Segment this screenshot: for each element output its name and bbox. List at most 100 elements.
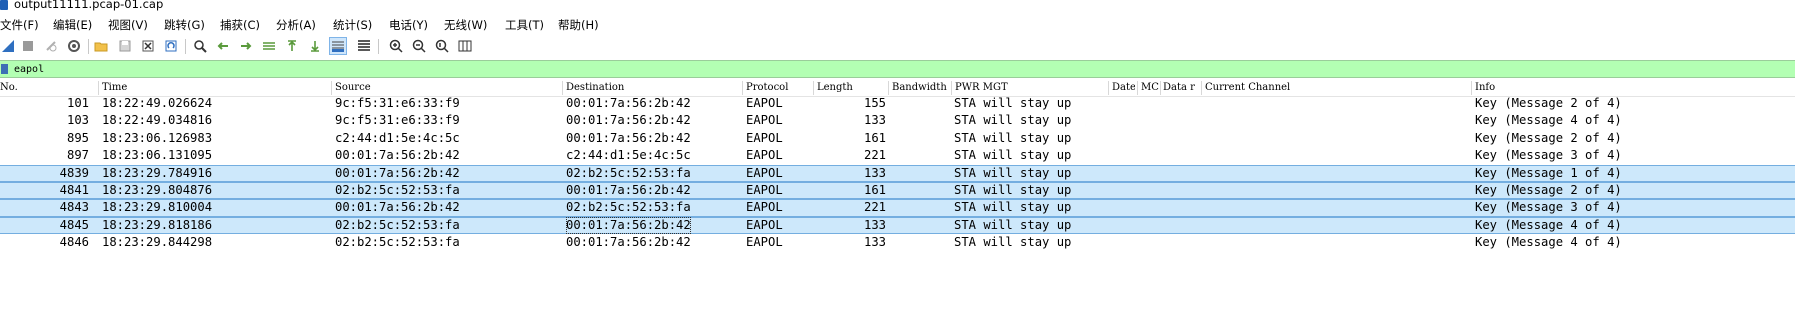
column-divider[interactable] bbox=[1160, 81, 1161, 95]
packet-protocol: EAPOL bbox=[746, 148, 783, 163]
column-header-data-rate[interactable]: Data r bbox=[1163, 82, 1199, 94]
save-file-icon[interactable] bbox=[117, 38, 133, 54]
column-header-bandwidth[interactable]: Bandwidth bbox=[892, 82, 950, 94]
packet-time: 18:23:06.131095 bbox=[102, 148, 213, 163]
menu-tools[interactable]: 工具(T) bbox=[505, 17, 544, 33]
packet-number: 4839 bbox=[59, 165, 89, 180]
column-divider[interactable] bbox=[1201, 81, 1202, 95]
packet-length: 221 bbox=[863, 148, 886, 163]
packet-protocol: EAPOL bbox=[746, 200, 783, 215]
column-header-pwr-mgt[interactable]: PWR MGT bbox=[955, 82, 1105, 94]
packet-length: 155 bbox=[863, 96, 886, 110]
packet-number: 4841 bbox=[59, 182, 89, 197]
packet-protocol: EAPOL bbox=[746, 217, 783, 232]
resize-columns-icon[interactable] bbox=[457, 38, 473, 54]
packet-row[interactable]: 4841 18:23:29.804876 02:b2:5c:52:53:fa 0… bbox=[0, 181, 1795, 200]
column-divider[interactable] bbox=[562, 81, 563, 95]
column-header-protocol[interactable]: Protocol bbox=[746, 82, 812, 94]
menu-go[interactable]: 跳转(G) bbox=[164, 17, 205, 33]
column-header-current-channel[interactable]: Current Channel bbox=[1205, 82, 1465, 94]
column-divider[interactable] bbox=[951, 81, 952, 95]
packet-info: Key (Message 2 of 4) bbox=[1475, 182, 1622, 197]
packet-time: 18:23:29.818186 bbox=[102, 217, 213, 232]
packet-source: 02:b2:5c:52:53:fa bbox=[335, 217, 460, 232]
menu-statistics[interactable]: 统计(S) bbox=[333, 17, 372, 33]
packet-protocol: EAPOL bbox=[746, 235, 783, 250]
packet-length: 161 bbox=[863, 130, 886, 145]
packet-number: 4843 bbox=[59, 200, 89, 215]
packet-protocol: EAPOL bbox=[746, 113, 783, 128]
menu-view[interactable]: 视图(V) bbox=[108, 17, 148, 33]
column-divider[interactable] bbox=[1108, 81, 1109, 95]
packet-info: Key (Message 3 of 4) bbox=[1475, 148, 1622, 163]
packet-row[interactable]: 4846 18:23:29.844298 02:b2:5c:52:53:fa 0… bbox=[0, 234, 1795, 251]
close-file-icon[interactable] bbox=[140, 38, 156, 54]
column-header-date[interactable]: Date bbox=[1112, 82, 1135, 94]
packet-row[interactable]: 895 18:23:06.126983 c2:44:d1:5e:4c:5c 00… bbox=[0, 130, 1795, 147]
go-to-packet-icon[interactable] bbox=[261, 38, 277, 54]
column-divider[interactable] bbox=[813, 81, 814, 95]
menu-capture[interactable]: 捕获(C) bbox=[220, 17, 260, 33]
display-filter-input[interactable] bbox=[14, 61, 1714, 77]
packet-number: 101 bbox=[66, 96, 89, 110]
column-header-no[interactable]: No. bbox=[0, 82, 80, 94]
zoom-out-icon[interactable] bbox=[411, 38, 427, 54]
window-title: output11111.pcap-01.cap bbox=[14, 0, 164, 11]
toolbar-separator bbox=[88, 39, 89, 54]
stop-capture-icon[interactable] bbox=[20, 38, 36, 54]
packet-info: Key (Message 4 of 4) bbox=[1475, 235, 1622, 250]
column-header-info[interactable]: Info bbox=[1475, 82, 1775, 94]
find-packet-icon[interactable] bbox=[192, 38, 208, 54]
column-divider[interactable] bbox=[888, 81, 889, 95]
menu-help[interactable]: 帮助(H) bbox=[558, 17, 599, 33]
column-divider[interactable] bbox=[98, 81, 99, 95]
column-header-source[interactable]: Source bbox=[335, 82, 560, 94]
go-first-icon[interactable] bbox=[284, 38, 300, 54]
auto-scroll-icon[interactable] bbox=[329, 37, 347, 55]
packet-info: Key (Message 3 of 4) bbox=[1475, 200, 1622, 215]
column-divider[interactable] bbox=[1471, 81, 1472, 95]
packet-number: 4846 bbox=[59, 235, 89, 250]
packet-row[interactable]: 897 18:23:06.131095 00:01:7a:56:2b:42 c2… bbox=[0, 147, 1795, 164]
shark-fin-start-icon[interactable] bbox=[0, 38, 16, 54]
capture-options-icon[interactable] bbox=[66, 38, 82, 54]
menu-edit[interactable]: 编辑(E) bbox=[53, 17, 92, 33]
packet-time: 18:23:06.126983 bbox=[102, 130, 213, 145]
packet-destination: 00:01:7a:56:2b:42 bbox=[566, 182, 691, 197]
normal-size-icon[interactable] bbox=[434, 38, 450, 54]
menu-analyze[interactable]: 分析(A) bbox=[276, 17, 316, 33]
column-header-length[interactable]: Length bbox=[817, 82, 887, 94]
column-divider[interactable] bbox=[742, 81, 743, 95]
packet-time: 18:23:29.804876 bbox=[102, 182, 213, 197]
packet-number: 897 bbox=[66, 148, 89, 163]
restart-capture-icon[interactable] bbox=[43, 38, 59, 54]
packet-row-selected[interactable]: 4845 18:23:29.818186 02:b2:5c:52:53:fa 0… bbox=[0, 216, 1795, 235]
bookmark-icon[interactable] bbox=[1, 64, 8, 74]
packet-row[interactable]: 103 18:22:49.034816 9c:f5:31:e6:33:f9 00… bbox=[0, 112, 1795, 129]
open-file-icon[interactable] bbox=[93, 38, 109, 54]
menu-telephony[interactable]: 电话(Y) bbox=[389, 17, 428, 33]
reload-file-icon[interactable] bbox=[163, 38, 179, 54]
column-header-destination[interactable]: Destination bbox=[566, 82, 741, 94]
zoom-in-icon[interactable] bbox=[388, 38, 404, 54]
packet-row[interactable]: 4839 18:23:29.784916 00:01:7a:56:2b:42 0… bbox=[0, 164, 1795, 182]
menu-wireless[interactable]: 无线(W) bbox=[444, 17, 487, 33]
go-back-icon[interactable] bbox=[215, 38, 231, 54]
menu-file[interactable]: 文件(F) bbox=[0, 17, 39, 33]
packet-source: 00:01:7a:56:2b:42 bbox=[335, 165, 460, 180]
packet-time: 18:23:29.810004 bbox=[102, 200, 213, 215]
column-divider[interactable] bbox=[1137, 81, 1138, 95]
packet-protocol: EAPOL bbox=[746, 165, 783, 180]
packet-length: 133 bbox=[863, 113, 886, 128]
column-divider[interactable] bbox=[331, 81, 332, 95]
display-filter-bar bbox=[0, 60, 1795, 78]
go-forward-icon[interactable] bbox=[238, 38, 254, 54]
colorize-icon[interactable] bbox=[356, 38, 372, 54]
packet-info: Key (Message 4 of 4) bbox=[1475, 113, 1622, 128]
column-header-mc[interactable]: MC bbox=[1141, 82, 1159, 94]
go-last-icon[interactable] bbox=[307, 38, 323, 54]
packet-row[interactable]: 101 18:22:49.026624 9c:f5:31:e6:33:f9 00… bbox=[0, 95, 1795, 112]
packet-source: c2:44:d1:5e:4c:5c bbox=[335, 130, 460, 145]
column-header-time[interactable]: Time bbox=[102, 82, 327, 94]
packet-row[interactable]: 4843 18:23:29.810004 00:01:7a:56:2b:42 0… bbox=[0, 199, 1795, 217]
